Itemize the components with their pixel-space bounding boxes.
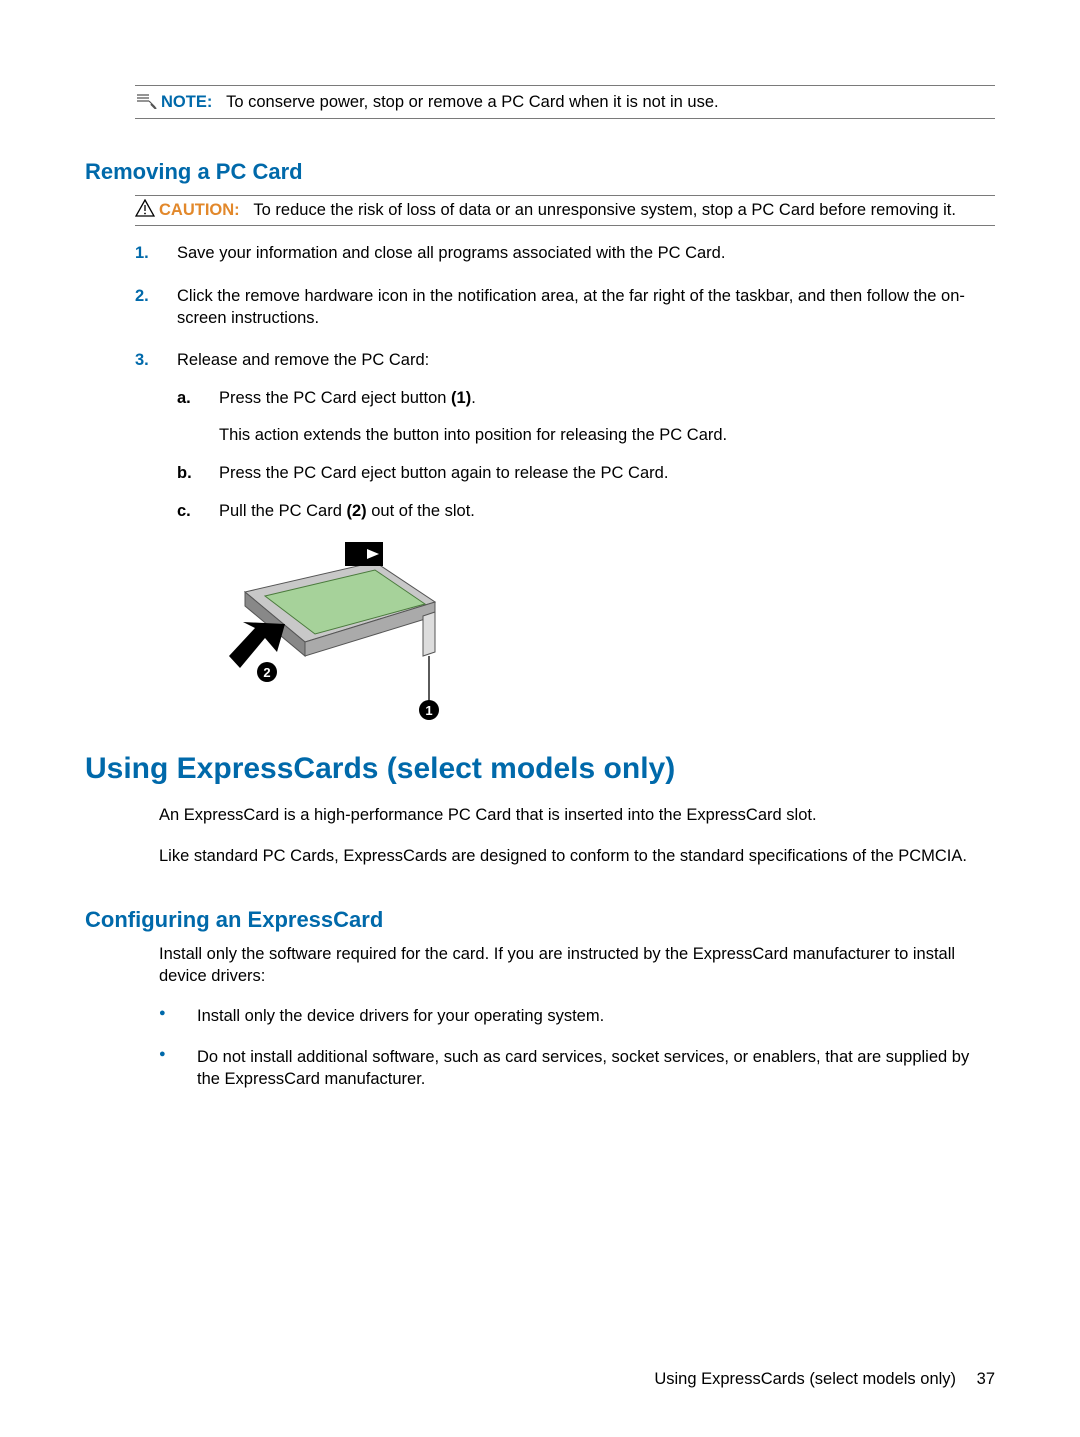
heading-using-expresscards: Using ExpressCards (select models only) (85, 752, 995, 786)
sub-step-a: a. Press the PC Card eject button (1). T… (177, 387, 995, 446)
caution-icon (135, 199, 155, 222)
note-box: NOTE: To conserve power, stop or remove … (135, 85, 995, 119)
sub-text-bold: (2) (346, 502, 366, 520)
ordered-steps: 1. Save your information and close all p… (135, 242, 995, 522)
sub-alpha: a. (177, 387, 191, 409)
note-icon (135, 91, 157, 109)
note-body: To conserve power, stop or remove a PC C… (226, 93, 719, 111)
footer-text: Using ExpressCards (select models only) (654, 1370, 956, 1388)
paragraph: An ExpressCard is a high-performance PC … (159, 804, 995, 826)
paragraph: Install only the software required for t… (159, 943, 995, 988)
caution-label: CAUTION: (159, 201, 240, 219)
step-3: 3. Release and remove the PC Card: a. Pr… (135, 349, 995, 522)
bullet-item: Do not install additional software, such… (159, 1046, 995, 1091)
step-text: Release and remove the PC Card: (177, 351, 429, 369)
sub-text-pre: Press the PC Card eject button (219, 389, 451, 407)
note-text: NOTE: To conserve power, stop or remove … (161, 91, 719, 113)
step-text: Click the remove hardware icon in the no… (177, 287, 965, 327)
caution-text: CAUTION: To reduce the risk of loss of d… (159, 199, 956, 221)
sub-step-c: c. Pull the PC Card (2) out of the slot. (177, 500, 995, 522)
heading-removing-pc-card: Removing a PC Card (85, 159, 995, 185)
sub-text-post: . (471, 389, 476, 407)
sub-step-note: This action extends the button into posi… (219, 424, 995, 446)
pc-card-illustration: 1 2 (225, 542, 445, 722)
svg-text:1: 1 (425, 703, 432, 718)
step-number: 1. (135, 242, 149, 264)
step-2: 2. Click the remove hardware icon in the… (135, 285, 995, 330)
sub-step-b: b. Press the PC Card eject button again … (177, 462, 995, 484)
caution-body: To reduce the risk of loss of data or an… (253, 201, 956, 219)
paragraph: Like standard PC Cards, ExpressCards are… (159, 845, 995, 867)
sub-text-bold: (1) (451, 389, 471, 407)
sub-steps: a. Press the PC Card eject button (1). T… (177, 387, 995, 522)
bullet-list: Install only the device drivers for your… (159, 1005, 995, 1090)
step-number: 2. (135, 285, 149, 307)
page-number: 37 (977, 1370, 995, 1388)
sub-text-post: out of the slot. (367, 502, 475, 520)
sub-alpha: c. (177, 500, 191, 522)
bullet-item: Install only the device drivers for your… (159, 1005, 995, 1027)
step-text: Save your information and close all prog… (177, 244, 725, 262)
heading-configuring-expresscard: Configuring an ExpressCard (85, 907, 995, 933)
svg-text:2: 2 (263, 665, 270, 680)
page: NOTE: To conserve power, stop or remove … (0, 0, 1080, 1437)
page-footer: Using ExpressCards (select models only) … (654, 1370, 995, 1389)
step-number: 3. (135, 349, 149, 371)
note-label: NOTE: (161, 93, 212, 111)
caution-box: CAUTION: To reduce the risk of loss of d… (135, 195, 995, 226)
sub-text-pre: Pull the PC Card (219, 502, 346, 520)
sub-alpha: b. (177, 462, 192, 484)
sub-text: Press the PC Card eject button again to … (219, 464, 668, 482)
step-1: 1. Save your information and close all p… (135, 242, 995, 264)
